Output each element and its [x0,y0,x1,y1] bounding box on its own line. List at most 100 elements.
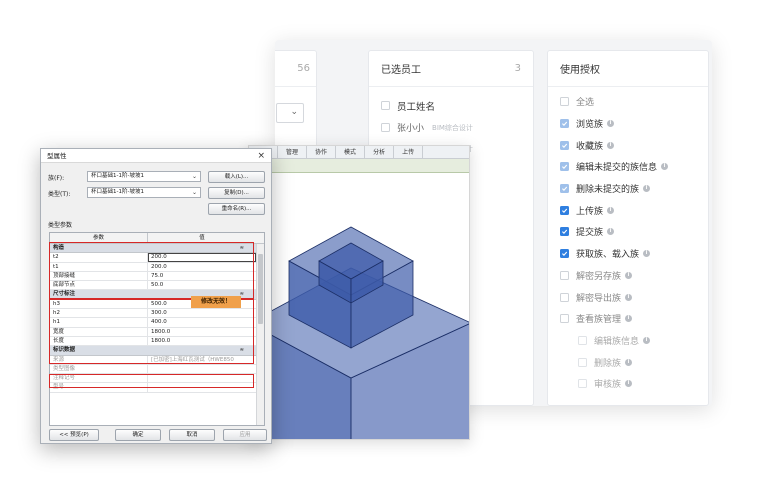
permission-checkbox[interactable] [560,292,569,302]
param-row[interactable]: 注释记号 [50,374,256,384]
param-row[interactable]: 宽度 1800.0 [50,327,256,337]
param-value[interactable]: 1800.0 [148,328,256,336]
scrollbar-thumb[interactable] [258,254,263,324]
param-value[interactable] [148,374,256,382]
grid-scrollbar[interactable] [256,244,264,425]
param-value[interactable]: 200.0 [148,253,256,262]
permission-row[interactable]: 删除族 i [548,351,708,373]
param-name: 底部节点 [50,281,148,290]
param-row[interactable]: 类型图像 [50,364,256,375]
permission-checkbox[interactable] [578,357,587,367]
param-row[interactable]: h1 400.0 [50,318,256,328]
selected-employees-count: 3 [514,63,521,74]
param-value[interactable]: 300.0 [148,309,256,317]
select-all-employees-checkbox[interactable] [381,101,390,111]
permission-checkbox[interactable] [578,379,587,389]
permission-checkbox[interactable] [560,314,569,324]
info-icon[interactable]: i [607,120,615,128]
param-value[interactable]: 1800.0 [148,337,256,345]
param-value[interactable]: [已加密]上海红瓦测试（HWE850 [148,356,256,364]
info-icon[interactable]: i [625,315,633,323]
permission-checkbox[interactable] [560,205,569,215]
permission-label: 编辑族信息 [594,336,640,347]
param-value[interactable]: 400.0 [148,318,256,326]
param-row[interactable]: 型号 [50,383,256,393]
permission-row[interactable]: 提交族 i [548,221,708,243]
info-icon[interactable]: i [625,293,633,301]
employee-checkbox[interactable] [381,123,390,133]
param-name: h1 [50,318,148,327]
permission-row[interactable]: 审核族 i [548,373,708,395]
employee-name-header-row[interactable]: 员工姓名 [369,95,533,117]
family-label: 族(F): [48,175,65,182]
info-icon[interactable]: i [643,250,651,258]
permission-checkbox[interactable] [560,270,569,280]
rename-button[interactable]: 重命名(R)... [208,203,265,215]
collapse-icon[interactable]: ≈ [240,244,244,253]
permission-label: 获取族、载入族 [576,250,640,261]
param-value[interactable]: 200.0 [148,263,256,271]
permission-checkbox[interactable] [560,140,569,150]
permission-row[interactable]: 全选 [548,91,708,113]
ribbon-tab[interactable]: 模式 [336,146,366,159]
param-row[interactable]: t1 200.0 [50,262,256,272]
info-icon[interactable]: i [625,358,633,366]
info-icon[interactable]: i [607,228,615,236]
permission-row[interactable]: 查看族管理 i [548,308,708,330]
ribbon-tab[interactable]: 管理 [278,146,308,159]
permission-checkbox[interactable] [560,227,569,237]
ok-button[interactable]: 确定 [115,429,161,441]
permission-row[interactable]: 编辑族信息 i [548,330,708,352]
permission-label: 浏览族 [576,120,604,131]
ribbon-tab[interactable]: 协作 [307,146,337,159]
param-row[interactable]: 顶部接缝 75.0 [50,271,256,282]
permission-row[interactable]: 编辑未提交的族信息 i [548,156,708,178]
param-row[interactable]: 长度 1800.0 [50,336,256,347]
permission-checkbox[interactable] [560,119,569,129]
type-combo[interactable]: 杯口基础1-1阶-坡坡1 ⌄ [87,187,201,198]
info-icon[interactable]: i [643,185,651,193]
permission-row[interactable]: 删除未提交的族 i [548,178,708,200]
employee-row[interactable]: 张小小 BIM综合设计 [369,117,533,139]
type-parameters-label: 类型参数 [48,222,73,229]
department-select[interactable]: ⌄ [276,103,304,123]
load-button[interactable]: 载入(L)... [208,171,265,183]
ribbon-tab[interactable]: 分析 [365,146,395,159]
param-row[interactable]: 底部节点 50.0 [50,281,256,291]
close-icon[interactable]: × [257,149,265,163]
info-icon[interactable]: i [661,163,669,171]
permission-row[interactable]: 获取族、载入族 i [548,243,708,265]
info-icon[interactable]: i [625,271,633,279]
permission-checkbox[interactable] [560,162,569,172]
apply-button[interactable]: 应用 [223,429,267,441]
param-row[interactable]: 来源 [已加密]上海红瓦测试（HWE850 [50,355,256,365]
permission-checkbox[interactable] [560,249,569,259]
permission-checkbox[interactable] [560,184,569,194]
permission-row[interactable]: 解密另存族 i [548,265,708,287]
collapse-icon[interactable]: ≈ [240,346,244,355]
family-combo[interactable]: 杯口基础1-1阶-坡坡1 ⌄ [87,171,201,182]
param-group-header[interactable]: 构造 ≈ [50,244,256,254]
param-group-header[interactable]: 标识数据 ≈ [50,346,256,356]
permission-row[interactable]: 上传族 i [548,199,708,221]
permission-row[interactable]: 收藏族 i [548,134,708,156]
param-row[interactable]: t2 200.0 [50,253,256,263]
duplicate-button[interactable]: 复制(D)... [208,187,265,199]
permission-checkbox[interactable] [560,97,569,107]
info-icon[interactable]: i [625,380,633,388]
param-value[interactable]: 75.0 [148,272,256,280]
ribbon-tab[interactable]: 上传 [394,146,424,159]
param-value[interactable]: 50.0 [148,281,256,289]
permission-row[interactable]: 解密导出族 i [548,286,708,308]
cancel-button[interactable]: 取消 [169,429,215,441]
info-icon[interactable]: i [643,336,651,344]
permission-row[interactable]: 浏览族 i [548,113,708,135]
param-row[interactable]: h2 300.0 [50,309,256,319]
info-icon[interactable]: i [607,141,615,149]
info-icon[interactable]: i [607,206,615,214]
permission-checkbox[interactable] [578,335,587,345]
preview-button[interactable]: << 预览(P) [49,429,99,441]
param-value[interactable] [148,383,256,391]
permission-label: 上传族 [576,206,604,217]
param-value[interactable] [148,365,256,373]
